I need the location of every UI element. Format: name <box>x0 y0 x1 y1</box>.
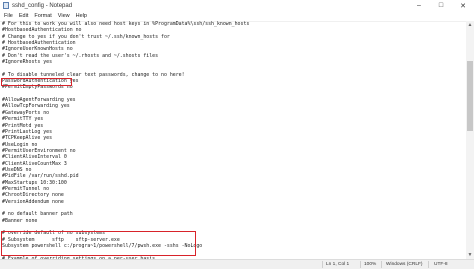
cursor-position: Ln 1, Col 1 <box>326 262 350 267</box>
menu-format[interactable]: Format <box>34 13 51 19</box>
menu-view[interactable]: View <box>58 13 70 19</box>
status-divider <box>428 261 429 268</box>
chevron-up-icon[interactable]: ▲ <box>466 21 474 29</box>
zoom-level: 100% <box>364 262 377 267</box>
vertical-scrollbar[interactable]: ▲ ▼ <box>466 21 474 259</box>
title-bar: sshd_config - Notepad – □ ✕ <box>0 0 474 11</box>
minimize-button[interactable]: – <box>408 0 430 11</box>
text-editor-area[interactable]: # For this to work you will also need ho… <box>0 21 466 259</box>
encoding: UTF-8 <box>434 262 448 267</box>
status-divider <box>360 261 361 268</box>
chevron-down-icon[interactable]: ▼ <box>466 251 474 259</box>
notepad-icon <box>3 2 9 9</box>
status-divider <box>322 261 323 268</box>
scrollbar-thumb[interactable] <box>467 61 473 131</box>
status-bar: Ln 1, Col 1 100% Windows (CRLF) UTF-8 <box>0 259 474 269</box>
window-controls: – □ ✕ <box>408 0 474 11</box>
maximize-button[interactable]: □ <box>430 0 452 11</box>
menu-edit[interactable]: Edit <box>19 13 28 19</box>
menu-help[interactable]: Help <box>76 13 87 19</box>
window-title: sshd_config - Notepad <box>12 2 73 9</box>
status-divider <box>381 261 382 268</box>
line-ending: Windows (CRLF) <box>386 262 423 267</box>
close-button[interactable]: ✕ <box>452 0 474 11</box>
menu-file[interactable]: File <box>4 13 13 19</box>
